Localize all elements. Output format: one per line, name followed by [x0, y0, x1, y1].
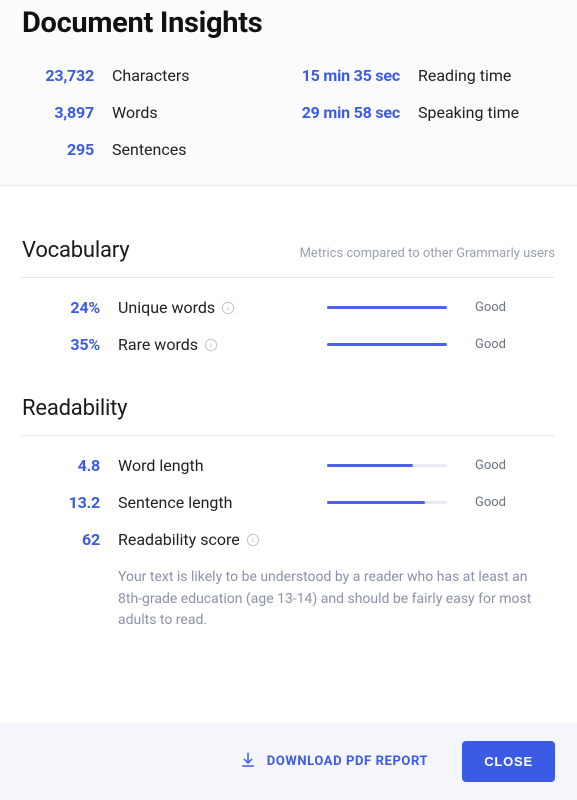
metrics-section: Vocabulary Metrics compared to other Gra…: [0, 186, 577, 723]
word-length-value: 4.8: [22, 456, 100, 475]
download-pdf-button[interactable]: DOWNLOAD PDF REPORT: [239, 751, 428, 773]
speaking-time-value: 29 min 58 sec: [280, 103, 400, 122]
footer-bar: DOWNLOAD PDF REPORT CLOSE: [0, 723, 577, 800]
unique-words-bar: [327, 306, 447, 309]
sentences-value: 295: [22, 140, 94, 159]
readability-score-value: 62: [22, 530, 100, 549]
readability-heading: Readability: [22, 396, 127, 421]
word-length-row: 4.8 Word length Good: [22, 456, 555, 475]
characters-value: 23,732: [22, 66, 94, 85]
words-value: 3,897: [22, 103, 94, 122]
info-icon[interactable]: [204, 338, 218, 352]
unique-words-rating: Good: [475, 300, 555, 315]
word-length-bar: [327, 464, 447, 467]
word-length-rating: Good: [475, 458, 555, 473]
readability-description: Your text is likely to be understood by …: [118, 567, 555, 632]
unique-words-label: Unique words: [118, 298, 309, 317]
download-icon: [239, 751, 257, 773]
readability-score-row: 62 Readability score: [22, 530, 555, 549]
document-insights-panel: Document Insights 23,732 Characters 15 m…: [0, 0, 577, 800]
vocabulary-subtitle: Metrics compared to other Grammarly user…: [300, 246, 555, 261]
rare-words-value: 35%: [22, 335, 100, 354]
readability-score-label: Readability score: [118, 530, 309, 549]
words-label: Words: [112, 103, 262, 122]
speaking-time-label: Speaking time: [418, 103, 555, 122]
rare-words-row: 35% Rare words Good: [22, 335, 555, 354]
sentence-length-bar: [327, 501, 447, 504]
sentence-length-rating: Good: [475, 495, 555, 510]
reading-time-label: Reading time: [418, 66, 555, 85]
rare-words-label: Rare words: [118, 335, 309, 354]
sentence-length-label: Sentence length: [118, 493, 309, 512]
unique-words-value: 24%: [22, 298, 100, 317]
vocabulary-heading: Vocabulary: [22, 238, 129, 263]
reading-time-value: 15 min 35 sec: [280, 66, 400, 85]
info-icon[interactable]: [246, 533, 260, 547]
sentences-label: Sentences: [112, 140, 262, 159]
readability-header: Readability: [22, 396, 555, 436]
info-icon[interactable]: [221, 301, 235, 315]
readability-block: Readability 4.8 Word length Good 13.2 Se…: [22, 396, 555, 632]
close-button[interactable]: CLOSE: [462, 741, 555, 782]
vocabulary-block: Vocabulary Metrics compared to other Gra…: [22, 238, 555, 354]
word-length-label: Word length: [118, 456, 309, 475]
vocabulary-header: Vocabulary Metrics compared to other Gra…: [22, 238, 555, 278]
insights-summary: Document Insights 23,732 Characters 15 m…: [0, 0, 577, 186]
insights-grid: 23,732 Characters 15 min 35 sec Reading …: [22, 66, 555, 159]
download-pdf-label: DOWNLOAD PDF REPORT: [267, 754, 428, 769]
unique-words-row: 24% Unique words Good: [22, 298, 555, 317]
page-title: Document Insights: [22, 6, 555, 40]
rare-words-rating: Good: [475, 337, 555, 352]
rare-words-bar: [327, 343, 447, 346]
sentence-length-value: 13.2: [22, 493, 100, 512]
characters-label: Characters: [112, 66, 262, 85]
sentence-length-row: 13.2 Sentence length Good: [22, 493, 555, 512]
